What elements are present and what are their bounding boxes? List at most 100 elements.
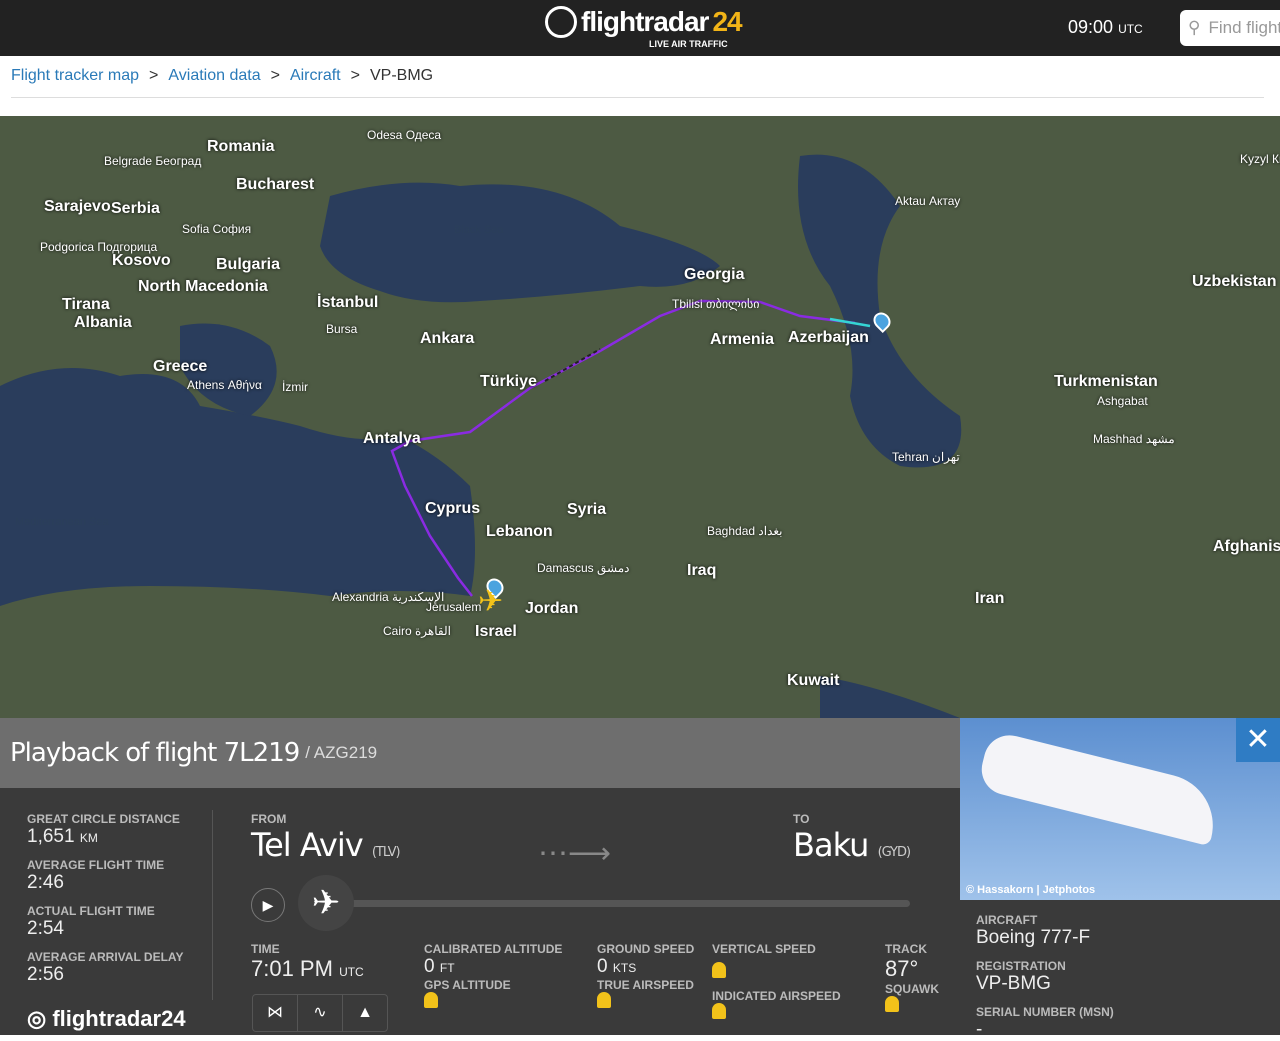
origin-city: Tel Aviv (251, 826, 364, 864)
breadcrumb-flight-tracker-map[interactable]: Flight tracker map (11, 67, 139, 85)
map-label: İzmir (282, 380, 308, 394)
map-label: Afghanis (1213, 538, 1280, 555)
breadcrumb-separator: > (270, 67, 280, 84)
destination-city: Baku (793, 826, 869, 864)
aircraft-image (976, 729, 1224, 847)
map-label: Podgorica Подгорица (40, 240, 158, 254)
map-canvas (0, 154, 962, 718)
breadcrumb-separator: > (149, 67, 159, 84)
time-label: TIME (251, 942, 280, 956)
map-label: Sofia София (182, 222, 252, 236)
map-label: Cairo القاهرة (383, 624, 451, 638)
stat-value: 1,651 (27, 826, 75, 847)
map-label: Sarajevo (44, 198, 111, 215)
track-value: 87° (885, 956, 919, 981)
to-label: TO (793, 812, 810, 826)
gs-value: 0 (597, 956, 608, 977)
map-label: Mediterranean Sea (15, 516, 109, 528)
footer-logo: ◎ flightradar24 (27, 1006, 186, 1031)
black-sea (320, 182, 720, 303)
playback-panel: Playback of flight 7L219 / AZG219 GREAT C… (0, 718, 960, 1035)
map-label: Aktau Актау (895, 194, 961, 208)
stat-value: 2:46 (27, 872, 64, 893)
flight-map[interactable]: Romania Bucharest Odesa Одеса Belgrade Беог… (0, 116, 1280, 718)
flightradar24-logo[interactable]: flightradar 24 LIVE AIR TRAFFIC (545, 6, 743, 49)
view-buttons: ⋈ ∿ ▲ (252, 994, 388, 1032)
cal-alt-value: 0 (424, 956, 435, 977)
registration: VP-BMG (976, 973, 1051, 994)
map-label: Iraq (687, 562, 717, 579)
lock-icon[interactable] (424, 992, 438, 1008)
clock-tz: UTC (1118, 22, 1143, 36)
map-label: Cyprus (425, 500, 481, 517)
logo-text: flightradar (581, 6, 709, 37)
stat-label: AVERAGE FLIGHT TIME (27, 858, 165, 872)
map-label: Romania (207, 138, 275, 155)
map-label: Tbilisi თბილისი (672, 297, 760, 311)
map-label: Armenia (710, 331, 775, 348)
destination-code: (GYD) (877, 845, 912, 860)
map-label: İstanbul (317, 294, 379, 311)
time-value: 7:01 PM (251, 956, 333, 981)
fit-view-icon[interactable]: ⋈ (253, 995, 298, 1031)
map-label: Bucharest (236, 176, 315, 193)
lock-icon[interactable] (712, 962, 726, 978)
aircraft-icon[interactable]: ✈ (478, 584, 503, 619)
divider (11, 97, 1264, 98)
map-label: Antalya (363, 430, 421, 447)
altitude-graph-icon[interactable]: ▲ (343, 995, 387, 1031)
map-label: Lebanon (486, 523, 553, 540)
vs-label: VERTICAL SPEED (712, 942, 816, 956)
flight-stats: GREAT CIRCLE DISTANCE 1,651 KM AVERAGE FL… (27, 812, 183, 986)
map-label: Uzbekistan (1192, 273, 1277, 290)
logo-number: 24 (712, 6, 742, 37)
origin-code: (TLV) (371, 845, 401, 860)
search-icon: ⚲ (1188, 18, 1201, 37)
breadcrumb-aircraft[interactable]: Aircraft (290, 67, 341, 85)
cal-alt-unit: FT (439, 961, 455, 975)
playback-header: Playback of flight 7L219 / AZG219 (0, 718, 960, 788)
route-arrow-icon: ⋯⟶ (538, 837, 612, 870)
map-label: Ankara (420, 330, 475, 347)
aircraft-info: AIRCRAFT Boeing 777-F REGISTRATION VP-BMG … (960, 900, 1280, 1040)
msn: - (976, 1019, 983, 1040)
map-label: Ashgabat (1097, 394, 1148, 408)
map-label: Türkiye (480, 373, 537, 390)
squawk-label: SQUAWK (885, 982, 939, 996)
stat-label: ACTUAL FLIGHT TIME (27, 904, 155, 918)
lock-icon[interactable] (712, 1003, 726, 1019)
playback-slider[interactable] (330, 900, 910, 907)
cal-alt-label: CALIBRATED ALTITUDE (424, 942, 563, 956)
map-label: Georgia (684, 266, 745, 283)
reg-label: REGISTRATION (976, 959, 1066, 973)
stat-label: GREAT CIRCLE DISTANCE (27, 812, 180, 826)
time-tz: UTC (339, 965, 364, 979)
map-label: Kosovo (112, 252, 171, 269)
map-label: Black Sea (454, 224, 504, 236)
breadcrumb-aviation-data[interactable]: Aviation data (168, 67, 260, 85)
stat-value: 2:54 (27, 918, 64, 939)
map-label: Belgrade Београд (104, 154, 202, 168)
map-label: Bursa (326, 322, 358, 336)
utc-clock: 09:00 UTC (1068, 17, 1143, 38)
close-button[interactable]: ✕ (1236, 718, 1280, 762)
logo-subtitle: LIVE AIR TRAFFIC (649, 39, 728, 49)
route-icon[interactable]: ∿ (298, 995, 343, 1031)
search-input[interactable]: ⚲ Find flights (1180, 10, 1280, 46)
breadcrumb: Flight tracker map > Aviation data > Aircr… (11, 67, 433, 85)
lock-icon[interactable] (885, 996, 899, 1012)
map-label: Azerbaijan (788, 329, 869, 346)
map-label: Baghdad بغداد (707, 524, 783, 538)
breadcrumb-current: VP-BMG (369, 67, 434, 84)
playback-handle-airplane-icon[interactable]: ✈ (298, 875, 354, 931)
persian-gulf (820, 676, 960, 718)
footer-logo-text: flightradar24 (52, 1006, 186, 1031)
play-button[interactable]: ▶ (251, 888, 285, 922)
callsign: / AZG219 (305, 743, 378, 762)
photo-credit[interactable]: © Hassakorn | Jetphotos (966, 884, 1095, 896)
lock-icon[interactable] (597, 992, 611, 1008)
gs-unit: KTS (612, 961, 637, 975)
map-label: North Macedonia (138, 278, 268, 295)
aircraft-photo[interactable]: ✕ © Hassakorn | Jetphotos (960, 718, 1280, 900)
from-label: FROM (251, 812, 287, 826)
